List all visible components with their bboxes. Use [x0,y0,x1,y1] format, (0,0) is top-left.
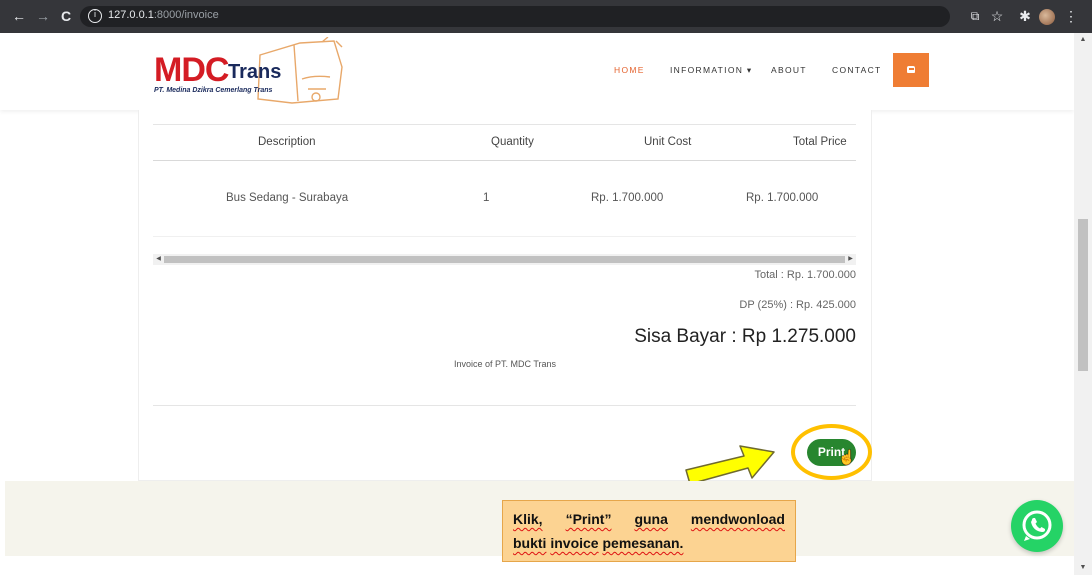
page-vertical-scrollbar[interactable]: ▲ ▼ [1074,33,1092,575]
info-icon[interactable]: i [88,9,102,23]
url-path: :8000/invoice [153,9,219,21]
extensions-icon[interactable]: ✱ [1016,0,1034,33]
address-bar[interactable]: i 127.0.0.1:8000/invoice [80,6,950,27]
invoice-dp: DP (25%) : Rp. 425.000 [739,299,856,311]
callout-word: pemesanan. [602,535,684,551]
callout-word: “Print” [565,511,612,527]
url-host: 127.0.0.1 [108,9,154,21]
cell-total-price: Rp. 1.700.000 [746,192,819,204]
callout-word: invoice [550,535,599,551]
row-border [153,236,856,237]
table-top-border [153,124,856,125]
scroll-up-icon[interactable]: ▲ [1074,33,1092,47]
col-header-quantity: Quantity [491,136,534,148]
scrollbar-thumb[interactable] [164,256,845,263]
col-header-total-price: Total Price [793,136,847,148]
nav-information[interactable]: INFORMATION ▾ [670,65,752,76]
booking-button[interactable] [893,53,929,87]
hand-cursor-icon: ☝ [838,449,856,465]
cell-unit-cost: Rp. 1.700.000 [591,192,664,204]
logo-trans: Trans [228,61,282,83]
invoice-total: Total : Rp. 1.700.000 [754,269,856,281]
menu-icon[interactable]: ⋮ [1062,0,1080,33]
scroll-right-icon[interactable]: ▶ [845,254,856,265]
forward-icon[interactable]: → [32,0,54,33]
nav-home[interactable]: HOME [614,65,645,75]
invoice-note: Invoice of PT. MDC Trans [454,359,557,369]
logo[interactable]: MDC Trans PT. Medina Dzikra Cemerlang Tr… [152,37,347,107]
profile-avatar[interactable] [1039,9,1055,25]
table-header-border [153,160,856,161]
scroll-down-icon[interactable]: ▼ [1074,561,1092,575]
instruction-callout: Klik, “Print” guna mendwonload bukti inv… [502,500,796,562]
callout-word: guna [634,511,668,527]
col-header-unit-cost: Unit Cost [644,136,692,148]
page-scrollbar-thumb[interactable] [1078,219,1088,371]
whatsapp-button[interactable] [1011,500,1063,552]
reload-icon[interactable]: C [55,0,77,33]
logo-mdc: MDC [154,51,229,89]
callout-line-2: bukti invoice pemesanan. [513,531,785,555]
nav-contact[interactable]: CONTACT [832,65,882,75]
nav-about[interactable]: ABOUT [771,65,807,75]
table-horizontal-scrollbar[interactable]: ◀ ▶ [153,254,856,265]
logo-subtitle: PT. Medina Dzikra Cemerlang Trans [154,87,273,94]
translate-icon[interactable]: ⧉ [966,0,984,33]
callout-word: mendwonload [690,511,785,527]
scroll-left-icon[interactable]: ◀ [153,254,164,265]
cell-quantity: 1 [483,192,490,204]
whatsapp-icon [1022,510,1052,541]
star-icon[interactable]: ☆ [988,0,1006,33]
site-header: MDC Trans PT. Medina Dzikra Cemerlang Tr… [0,33,1074,110]
callout-word: Klik, [513,511,543,527]
cell-description: Bus Sedang - Surabaya [226,192,349,204]
callout-line-1: Klik, “Print” guna mendwonload [513,507,785,531]
col-header-description: Description [258,136,316,148]
url-text[interactable]: 127.0.0.1:8000/invoice [108,9,219,21]
invoice-sisa-bayar: Sisa Bayar : Rp 1.275.000 [634,326,856,347]
callout-word: bukti [513,535,547,551]
invoice-card [138,110,872,481]
invoice-divider [153,405,856,406]
bus-icon [907,66,915,73]
browser-toolbar: ← → C i 127.0.0.1:8000/invoice ⧉ ☆ ✱ ⋮ [0,0,1092,33]
back-icon[interactable]: ← [8,0,30,33]
